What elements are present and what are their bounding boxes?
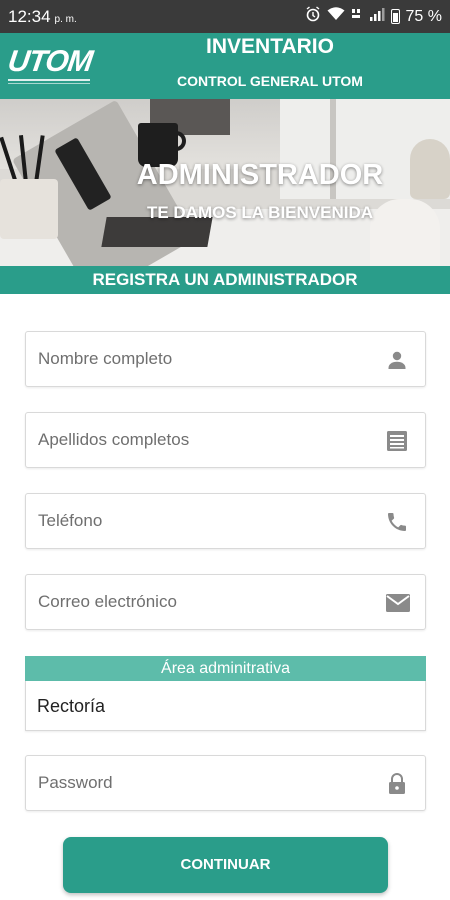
hero-title: ADMINISTRADOR <box>136 159 384 191</box>
continue-button[interactable]: CONTINUAR <box>63 837 388 893</box>
list-icon <box>385 429 409 453</box>
status-ampm: p. m. <box>54 13 77 25</box>
pen <box>18 135 28 184</box>
wifi-icon <box>327 7 345 26</box>
header-title: INVENTARIO <box>206 35 334 58</box>
alarm-icon <box>305 6 321 27</box>
mail-icon <box>385 591 410 615</box>
hero-pen-cup <box>0 179 58 239</box>
area-label: Área adminitrativa <box>25 656 426 681</box>
section-title: REGISTRA UN ADMINISTRADOR <box>0 266 450 294</box>
hero-pens <box>0 135 48 184</box>
correo-field[interactable] <box>25 574 426 630</box>
password-field[interactable] <box>25 755 426 811</box>
status-time-group: 12:34 p. m. <box>8 7 77 27</box>
status-icons: 75 % <box>305 6 442 27</box>
signal-icon <box>369 7 385 26</box>
status-time: 12:34 <box>8 6 51 26</box>
hero-banner: ADMINISTRADOR TE DAMOS LA BIENVENIDA <box>0 99 450 266</box>
utom-logo: UTOM <box>4 45 94 89</box>
status-bar: 12:34 p. m. 75 % <box>0 0 450 33</box>
password-input[interactable] <box>26 756 376 810</box>
logo-underline-secondary <box>8 83 90 84</box>
telefono-input[interactable] <box>26 494 376 548</box>
hero-subtitle: TE DAMOS LA BIENVENIDA <box>146 203 374 222</box>
area-select[interactable]: Rectoría <box>25 681 426 731</box>
logo-text: UTOM <box>5 45 95 78</box>
volte-icon <box>351 7 363 26</box>
battery-icon <box>390 9 400 24</box>
battery-percent: 75 % <box>405 7 442 25</box>
nombre-field[interactable] <box>25 331 426 387</box>
nombre-input[interactable] <box>26 332 376 386</box>
logo-underline <box>8 79 90 81</box>
correo-input[interactable] <box>26 575 376 629</box>
header-subtitle: CONTROL GENERAL UTOM <box>177 73 363 89</box>
app-header: UTOM INVENTARIO CONTROL GENERAL UTOM <box>0 33 450 99</box>
lock-icon <box>385 772 409 796</box>
person-icon <box>385 348 409 372</box>
telefono-field[interactable] <box>25 493 426 549</box>
apellidos-input[interactable] <box>26 413 376 467</box>
phone-icon <box>385 510 409 534</box>
pen <box>34 135 45 184</box>
apellidos-field[interactable] <box>25 412 426 468</box>
